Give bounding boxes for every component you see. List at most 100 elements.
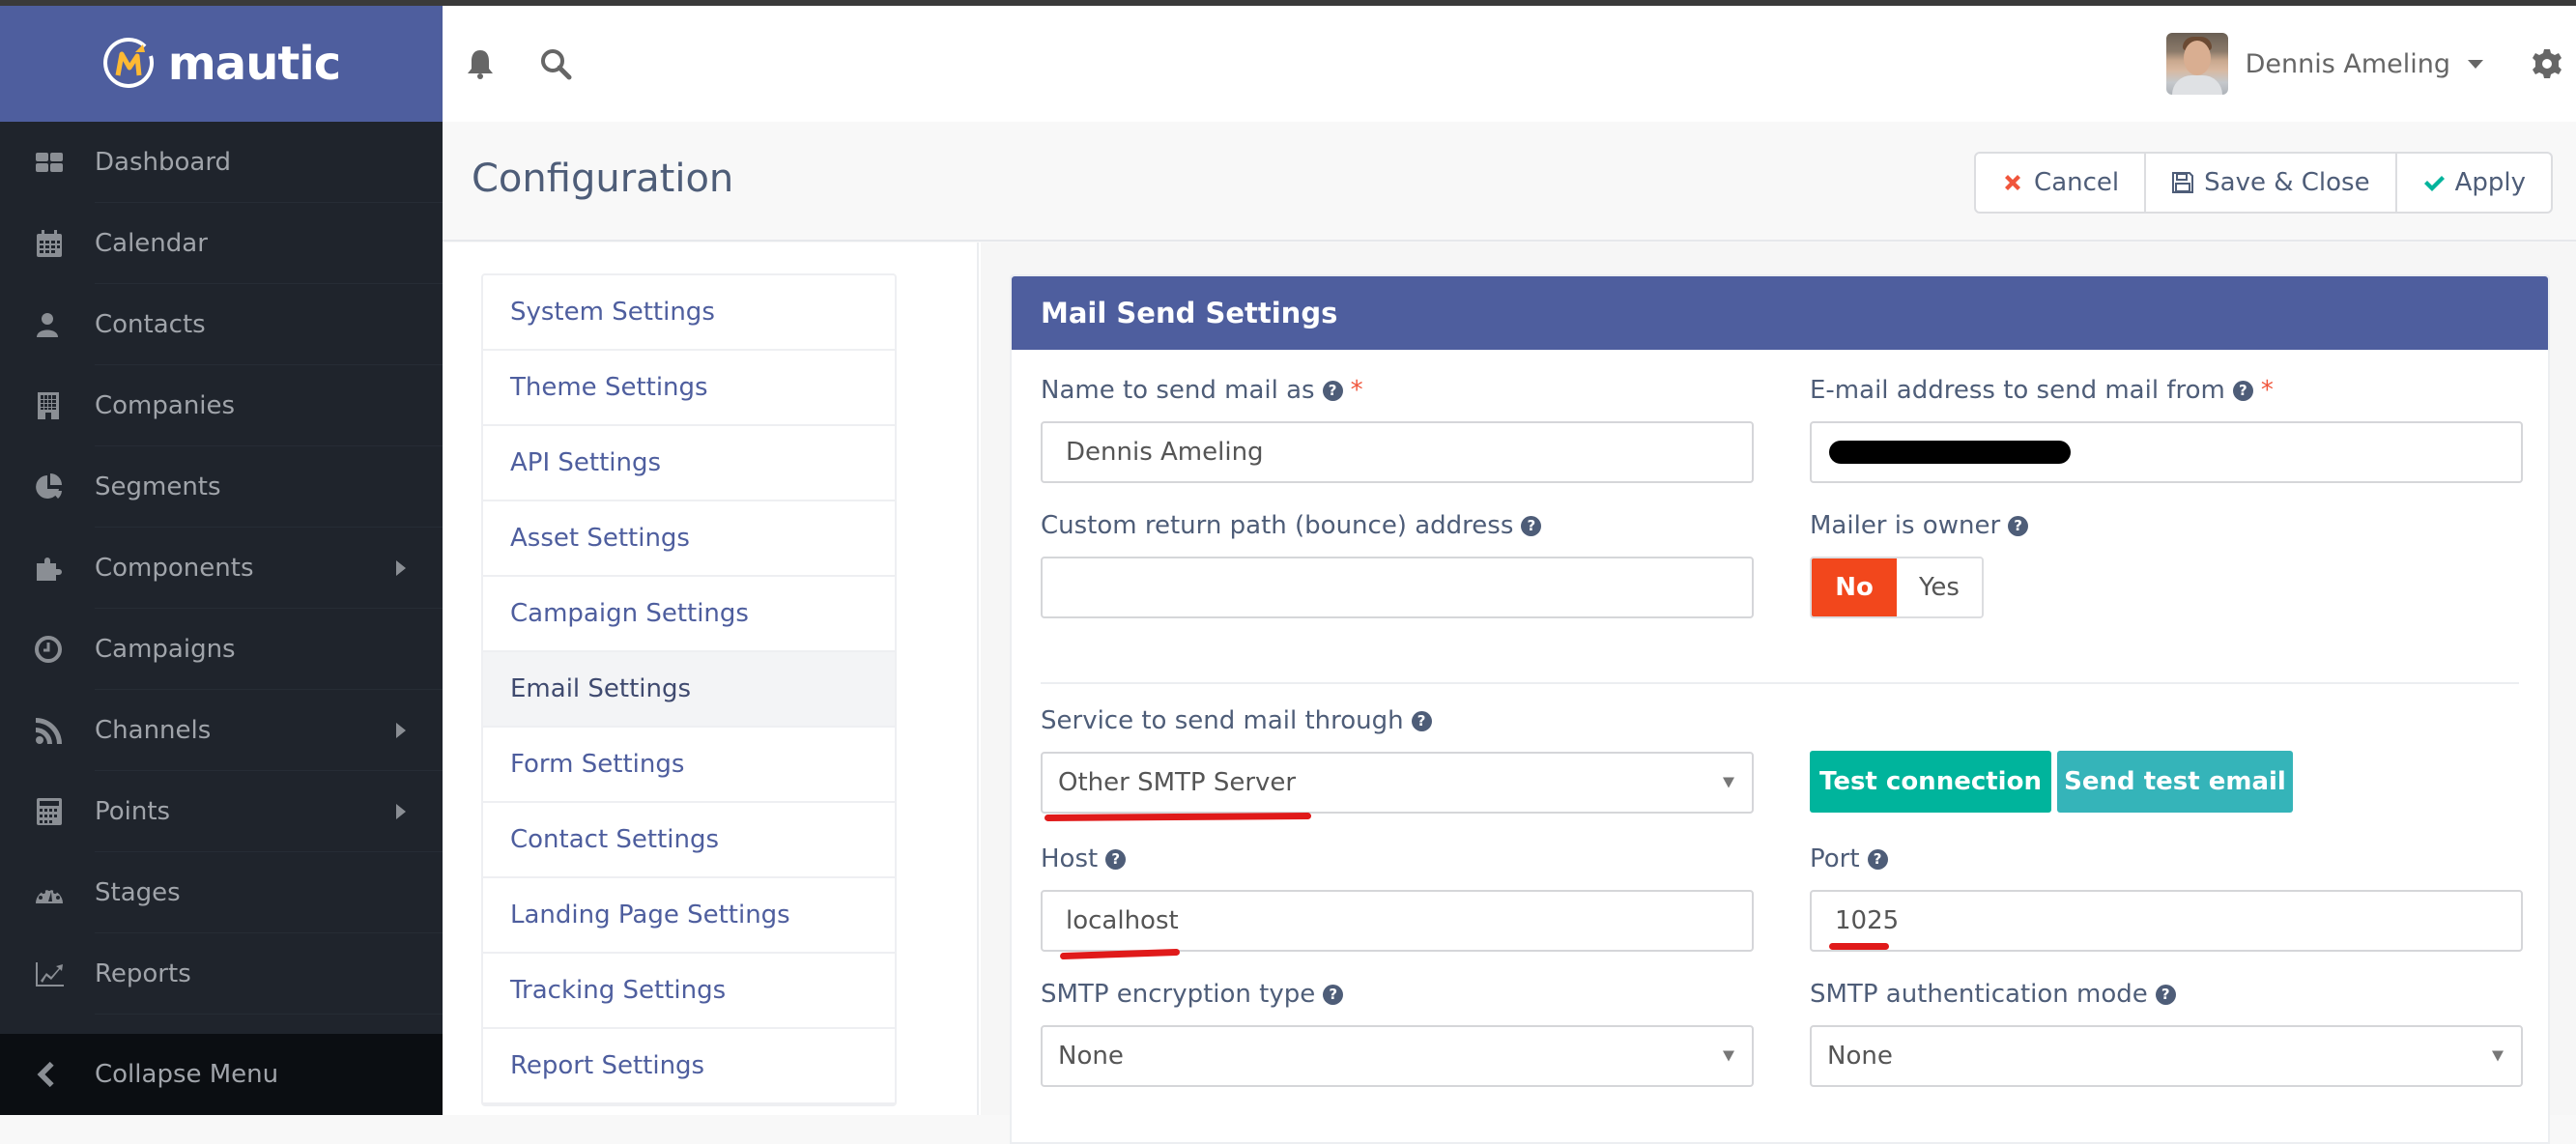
sidebar-item-channels[interactable]: Channels [0, 690, 443, 771]
help-icon[interactable]: ? [1867, 848, 1888, 870]
content-area: System Settings Theme Settings API Setti… [443, 243, 2576, 1144]
transport-label: Service to send mail through? [1041, 703, 1754, 738]
mautic-logo-icon [102, 37, 157, 91]
sidebar-item-label: Segments [95, 472, 221, 501]
help-icon[interactable]: ? [1105, 848, 1127, 870]
help-icon[interactable]: ? [1411, 710, 1432, 731]
settings-item-api[interactable]: API Settings [483, 426, 895, 501]
help-icon[interactable]: ? [2232, 380, 2253, 401]
chevron-left-icon [0, 1061, 95, 1088]
sidebar-item-label: Channels [95, 716, 212, 745]
section-divider [1041, 682, 2519, 684]
return-path-field: Custom return path (bounce) address? [1041, 508, 1754, 618]
brand-name: mautic [167, 37, 341, 91]
auth-mode-select[interactable]: None [1810, 1025, 2523, 1087]
chevron-right-icon [396, 723, 406, 738]
host-input[interactable]: localhost [1041, 890, 1754, 952]
sidebar-item-points[interactable]: Points [0, 771, 443, 852]
sidebar-nav: Dashboard Calendar Contacts Companies Se… [0, 122, 443, 1015]
settings-item-form[interactable]: Form Settings [483, 728, 895, 803]
settings-item-system[interactable]: System Settings [483, 275, 895, 351]
cancel-label: Cancel [2034, 168, 2120, 197]
brand-logo[interactable]: mautic [0, 6, 443, 122]
settings-item-report[interactable]: Report Settings [483, 1029, 895, 1104]
send-test-email-button[interactable]: Send test email [2057, 751, 2293, 813]
calculator-icon [0, 797, 95, 826]
check-icon [2423, 176, 2445, 191]
annotation-underline [1044, 813, 1312, 821]
host-label: Host? [1041, 842, 1754, 876]
chevron-down-icon [2492, 1050, 2504, 1062]
sidebar-item-dashboard[interactable]: Dashboard [0, 122, 443, 203]
help-icon[interactable]: ? [2008, 515, 2029, 536]
settings-item-tracking[interactable]: Tracking Settings [483, 954, 895, 1029]
required-asterisk: * [2260, 376, 2274, 405]
sidebar-item-contacts[interactable]: Contacts [0, 284, 443, 365]
auth-mode-field: SMTP authentication mode? None [1810, 977, 2523, 1087]
sidebar-item-segments[interactable]: Segments [0, 446, 443, 528]
avatar [2165, 33, 2228, 95]
collapse-menu-label: Collapse Menu [95, 1060, 279, 1089]
cancel-button[interactable]: Cancel [1976, 154, 2147, 212]
redaction-mark [1829, 441, 2071, 464]
sidebar-item-companies[interactable]: Companies [0, 365, 443, 446]
sidebar-item-label: Calendar [95, 229, 208, 258]
form-column: Mail Send Settings Name to send mail as?… [981, 243, 2576, 1144]
save-close-button[interactable]: Save & Close [2146, 154, 2397, 212]
panel-title: Mail Send Settings [1012, 276, 2548, 350]
encryption-field: SMTP encryption type? None [1041, 977, 1754, 1087]
sidebar-item-components[interactable]: Components [0, 528, 443, 609]
settings-column: System Settings Theme Settings API Setti… [443, 243, 979, 1115]
from-email-input[interactable] [1810, 421, 2523, 483]
return-path-input[interactable] [1041, 557, 1754, 618]
gear-icon[interactable] [2532, 48, 2562, 79]
help-icon[interactable]: ? [1322, 380, 1343, 401]
settings-item-theme[interactable]: Theme Settings [483, 351, 895, 426]
settings-item-landing-page[interactable]: Landing Page Settings [483, 878, 895, 954]
topbar: Dennis Ameling [443, 6, 2576, 122]
sidebar-item-calendar[interactable]: Calendar [0, 203, 443, 284]
settings-item-contact[interactable]: Contact Settings [483, 803, 895, 878]
from-name-field: Name to send mail as? * Dennis Ameling [1041, 373, 1754, 483]
sidebar-item-stages[interactable]: Stages [0, 852, 443, 933]
port-input[interactable]: 1025 [1810, 890, 2523, 952]
help-icon[interactable]: ? [1521, 515, 1542, 536]
test-connection-button[interactable]: Test connection [1810, 751, 2051, 813]
from-name-input[interactable]: Dennis Ameling [1041, 421, 1754, 483]
search-icon[interactable] [539, 47, 572, 80]
toggle-yes[interactable]: Yes [1897, 558, 1982, 616]
sidebar-item-label: Dashboard [95, 148, 232, 177]
apply-button[interactable]: Apply [2397, 154, 2551, 212]
sidebar-item-reports[interactable]: Reports [0, 933, 443, 1015]
return-path-label: Custom return path (bounce) address? [1041, 508, 1754, 543]
sidebar-item-label: Components [95, 554, 254, 583]
user-menu[interactable]: Dennis Ameling [2165, 33, 2483, 95]
sidebar-item-campaigns[interactable]: Campaigns [0, 609, 443, 690]
action-button-group: Cancel Save & Close Apply [1974, 152, 2553, 214]
page-header: Configuration Cancel Save & Close Apply [443, 122, 2576, 242]
toggle-no[interactable]: No [1812, 558, 1897, 616]
host-field: Host? localhost [1041, 842, 1754, 952]
sidebar-item-label: Reports [95, 959, 191, 988]
mailer-is-owner-field: Mailer is owner? No Yes [1810, 508, 2196, 618]
from-email-field: E-mail address to send mail from? * [1810, 373, 2523, 483]
bell-icon[interactable] [464, 47, 497, 80]
chevron-down-icon [2468, 59, 2483, 69]
settings-item-email[interactable]: Email Settings [483, 652, 895, 728]
sidebar-item-label: Contacts [95, 310, 206, 339]
collapse-menu-button[interactable]: Collapse Menu [0, 1034, 443, 1115]
building-icon [0, 391, 95, 420]
help-icon[interactable]: ? [2155, 984, 2176, 1005]
settings-nav: System Settings Theme Settings API Setti… [481, 273, 897, 1106]
mailer-is-owner-label: Mailer is owner? [1810, 508, 2196, 543]
user-name: Dennis Ameling [2245, 48, 2450, 79]
port-label: Port? [1810, 842, 2523, 876]
transport-select[interactable]: Other SMTP Server [1041, 752, 1754, 814]
settings-item-asset[interactable]: Asset Settings [483, 501, 895, 577]
settings-item-campaign[interactable]: Campaign Settings [483, 577, 895, 652]
save-close-label: Save & Close [2204, 168, 2370, 197]
encryption-select[interactable]: None [1041, 1025, 1754, 1087]
window-top-strip [0, 0, 2576, 6]
chevron-right-icon [396, 560, 406, 576]
help-icon[interactable]: ? [1323, 984, 1344, 1005]
